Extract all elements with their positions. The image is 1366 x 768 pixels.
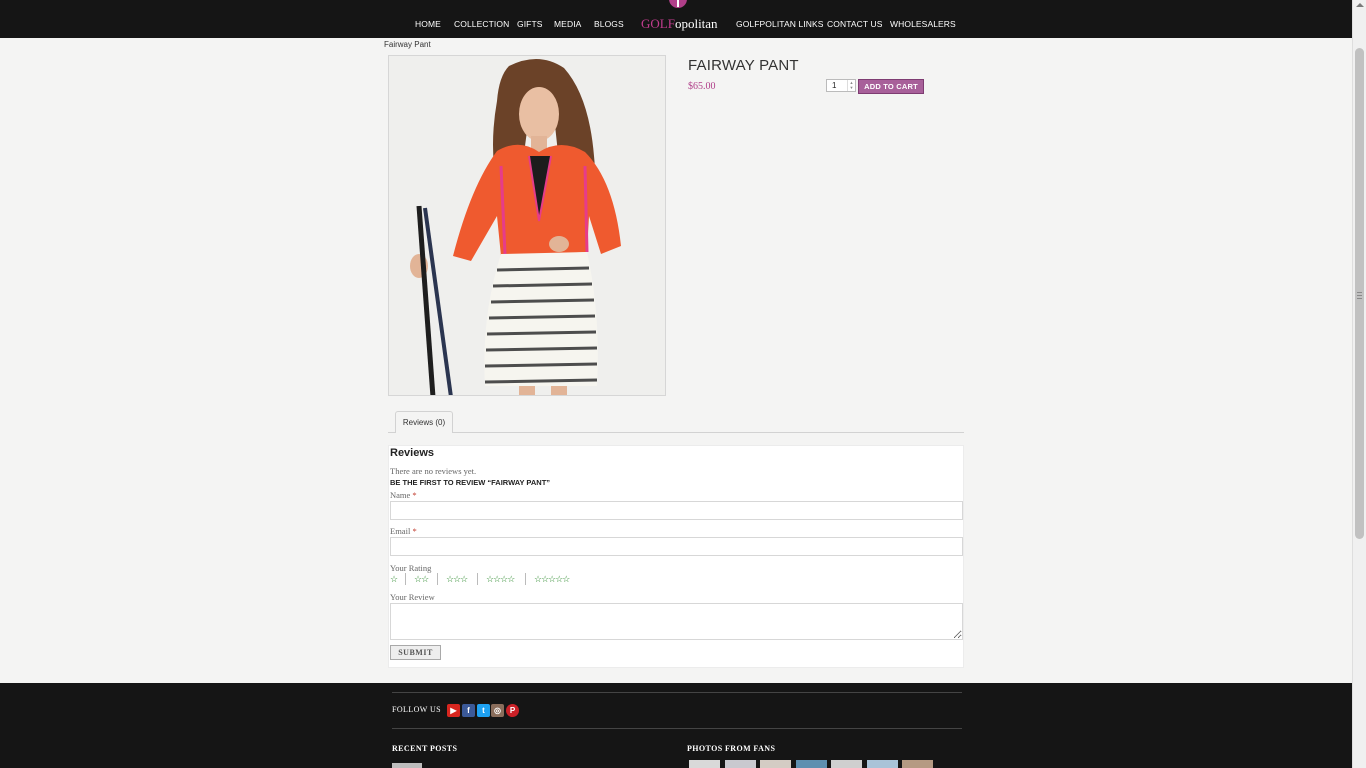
required-mark: * [412,490,417,500]
nav-collection[interactable]: COLLECTION [454,19,509,29]
review-label: Your Review [390,592,435,602]
rating-separator [405,573,406,585]
quantity-stepper[interactable]: ▲ ▼ [847,80,855,91]
tab-reviews[interactable]: Reviews (0) [395,411,453,433]
instagram-icon[interactable]: ◎ [491,704,504,717]
fan-photo-thumbnail[interactable] [725,760,756,768]
no-reviews-text: There are no reviews yet. [390,466,477,476]
email-label-text: Email [390,526,411,536]
nav-gifts[interactable]: GIFTS [517,19,543,29]
page-scrollbar[interactable] [1352,0,1366,768]
fan-photo-thumbnail[interactable] [902,760,933,768]
rating-3-stars[interactable]: ☆☆☆ [446,574,468,585]
recent-post-thumbnail[interactable] [392,763,422,768]
rating-label: Your Rating [390,563,432,573]
be-first-heading: BE THE FIRST TO REVIEW “FAIRWAY PANT” [390,478,551,487]
nav-contact-us[interactable]: CONTACT US [827,19,882,29]
nav-blogs[interactable]: BLOGS [594,19,624,29]
product-image[interactable] [388,55,666,396]
rating-1-star[interactable]: ☆ [390,574,398,585]
pinterest-icon[interactable]: P [506,704,519,717]
brand-golf: GOLF [641,16,675,31]
site-footer [0,683,1352,768]
scroll-up-arrow-icon[interactable] [1356,3,1364,7]
brand-logo[interactable]: GOLFopolitan [641,16,718,32]
name-label: Name * [390,490,417,500]
follow-us-label: FOLLOW US [392,705,442,714]
footer-divider [392,728,962,729]
brand-rest: opolitan [674,16,718,31]
breadcrumb: Fairway Pant [384,40,431,49]
facebook-icon[interactable]: f [462,704,475,717]
reviews-heading: Reviews [390,447,435,459]
fan-photo-thumbnail[interactable] [689,760,720,768]
fan-photo-thumbnail[interactable] [760,760,791,768]
nav-wholesalers[interactable]: WHOLESALERS [890,19,956,29]
recent-posts-heading: RECENT POSTS [392,744,458,753]
rating-2-stars[interactable]: ☆☆ [414,574,429,585]
name-field[interactable] [390,501,963,520]
rating-5-stars[interactable]: ☆☆☆☆☆ [534,574,570,585]
nav-home[interactable]: HOME [415,19,441,29]
review-textarea[interactable] [390,603,963,640]
youtube-icon[interactable]: ▶ [447,704,460,717]
add-to-cart-button[interactable]: ADD TO CART [858,79,924,94]
name-label-text: Name [390,490,411,500]
rating-separator [477,573,478,585]
rating-separator [437,573,438,585]
fan-photo-thumbnail[interactable] [796,760,827,768]
required-mark: * [412,526,417,536]
product-photo [389,56,665,395]
rating-separator [525,573,526,585]
photos-from-fans-heading: PHOTOS FROM FANS [687,744,776,753]
rating-4-stars[interactable]: ☆☆☆☆ [486,574,515,585]
fan-photo-thumbnail[interactable] [867,760,898,768]
product-price: $65.00 [688,81,716,92]
submit-button[interactable]: SUBMIT [390,645,441,660]
fan-photo-thumbnail[interactable] [831,760,862,768]
nav-golfpolitan-links[interactable]: GOLFPOLITAN LINKS [736,19,824,29]
scroll-grip-icon [1357,292,1362,299]
email-label: Email * [390,526,417,536]
email-field[interactable] [390,537,963,556]
product-title: FAIRWAY PANT [688,57,799,74]
footer-divider [392,692,962,693]
nav-media[interactable]: MEDIA [554,19,581,29]
tabs-divider [388,432,964,433]
twitter-icon[interactable]: t [477,704,490,717]
